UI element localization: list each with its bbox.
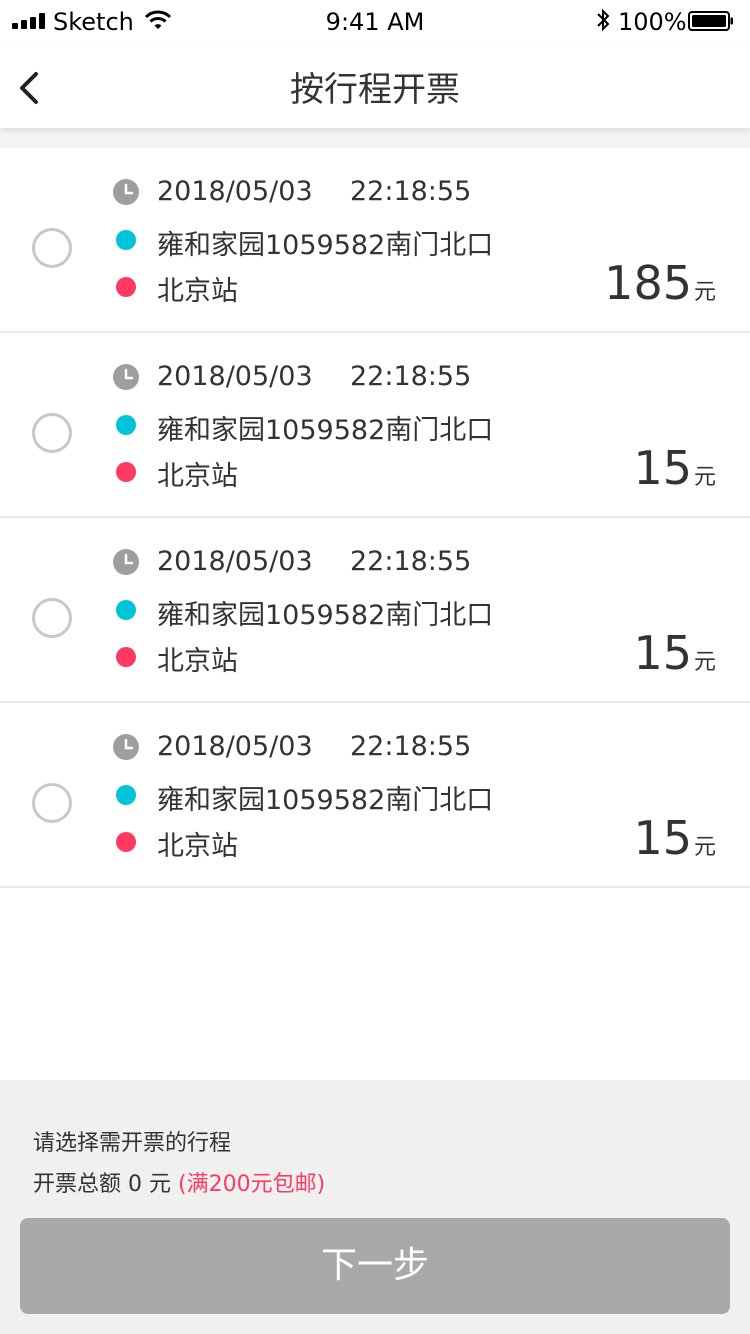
origin-dot bbox=[116, 600, 136, 620]
trip-time: 22:18:55 bbox=[350, 546, 472, 577]
trip-time: 22:18:55 bbox=[350, 176, 472, 207]
trip-amount: 15 bbox=[633, 811, 692, 865]
trip-price: 15元 bbox=[633, 626, 716, 680]
trip-origin: 雍和家园1059582南门北口 bbox=[157, 230, 494, 261]
battery-icon bbox=[688, 11, 733, 31]
destination-dot bbox=[116, 647, 136, 667]
total-unit: 元 bbox=[149, 1172, 172, 1197]
trip-origin: 雍和家园1059582南门北口 bbox=[157, 415, 494, 446]
trip-destination: 北京站 bbox=[157, 831, 238, 862]
trip-amount: 15 bbox=[633, 626, 692, 680]
trip-select-radio[interactable] bbox=[32, 598, 72, 638]
currency-unit: 元 bbox=[693, 465, 716, 490]
invoice-total: 开票总额 0 元 (满200元包邮) bbox=[33, 1166, 325, 1198]
clock-icon bbox=[113, 364, 139, 390]
destination-dot bbox=[116, 832, 136, 852]
page-title: 按行程开票 bbox=[290, 70, 460, 110]
selection-hint: 请选择需开票的行程 bbox=[33, 1131, 232, 1156]
origin-dot bbox=[116, 415, 136, 435]
destination-dot bbox=[116, 462, 136, 482]
trip-destination: 北京站 bbox=[157, 276, 238, 307]
battery-percentage: 100% bbox=[618, 8, 687, 36]
trip-amount: 185 bbox=[604, 256, 692, 310]
trip-destination: 北京站 bbox=[157, 646, 238, 677]
trip-select-radio[interactable] bbox=[32, 228, 72, 268]
trip-price: 185元 bbox=[604, 256, 716, 310]
trip-date: 2018/05/03 bbox=[157, 176, 313, 207]
trip-item[interactable]: 2018/05/03 22:18:55 雍和家园1059582南门北口 北京站 … bbox=[0, 703, 750, 888]
trip-time: 22:18:55 bbox=[350, 731, 472, 762]
next-step-button[interactable]: 下一步 bbox=[20, 1218, 730, 1314]
trip-item[interactable]: 2018/05/03 22:18:55 雍和家园1059582南门北口 北京站 … bbox=[0, 148, 750, 333]
trip-date: 2018/05/03 bbox=[157, 361, 313, 392]
currency-unit: 元 bbox=[693, 280, 716, 305]
origin-dot bbox=[116, 785, 136, 805]
trip-price: 15元 bbox=[633, 811, 716, 865]
currency-unit: 元 bbox=[693, 835, 716, 860]
total-label: 开票总额 bbox=[33, 1172, 122, 1197]
invoice-summary-panel: 请选择需开票的行程 开票总额 0 元 (满200元包邮) 下一步 bbox=[0, 1080, 750, 1334]
status-bar: Sketch 9:41 AM 100% bbox=[0, 0, 750, 44]
currency-unit: 元 bbox=[693, 650, 716, 675]
trip-origin: 雍和家园1059582南门北口 bbox=[157, 785, 494, 816]
clock-icon bbox=[113, 734, 139, 760]
clock-icon bbox=[113, 549, 139, 575]
section-divider bbox=[0, 128, 750, 148]
trip-date: 2018/05/03 bbox=[157, 731, 313, 762]
clock-icon bbox=[113, 179, 139, 205]
total-value: 0 bbox=[128, 1172, 143, 1197]
trip-price: 15元 bbox=[633, 441, 716, 495]
navigation-bar: 按行程开票 bbox=[0, 44, 750, 128]
trip-select-radio[interactable] bbox=[32, 413, 72, 453]
bluetooth-icon bbox=[597, 8, 610, 32]
trip-select-radio[interactable] bbox=[32, 783, 72, 823]
origin-dot bbox=[116, 230, 136, 250]
trip-item[interactable]: 2018/05/03 22:18:55 雍和家园1059582南门北口 北京站 … bbox=[0, 518, 750, 703]
trip-item[interactable]: 2018/05/03 22:18:55 雍和家园1059582南门北口 北京站 … bbox=[0, 333, 750, 518]
trip-date: 2018/05/03 bbox=[157, 546, 313, 577]
trip-time: 22:18:55 bbox=[350, 361, 472, 392]
trip-origin: 雍和家园1059582南门北口 bbox=[157, 600, 494, 631]
trip-amount: 15 bbox=[633, 441, 692, 495]
trip-destination: 北京站 bbox=[157, 461, 238, 492]
destination-dot bbox=[116, 277, 136, 297]
free-shipping-note: (满200元包邮) bbox=[178, 1172, 326, 1197]
trip-list: 2018/05/03 22:18:55 雍和家园1059582南门北口 北京站 … bbox=[0, 148, 750, 888]
